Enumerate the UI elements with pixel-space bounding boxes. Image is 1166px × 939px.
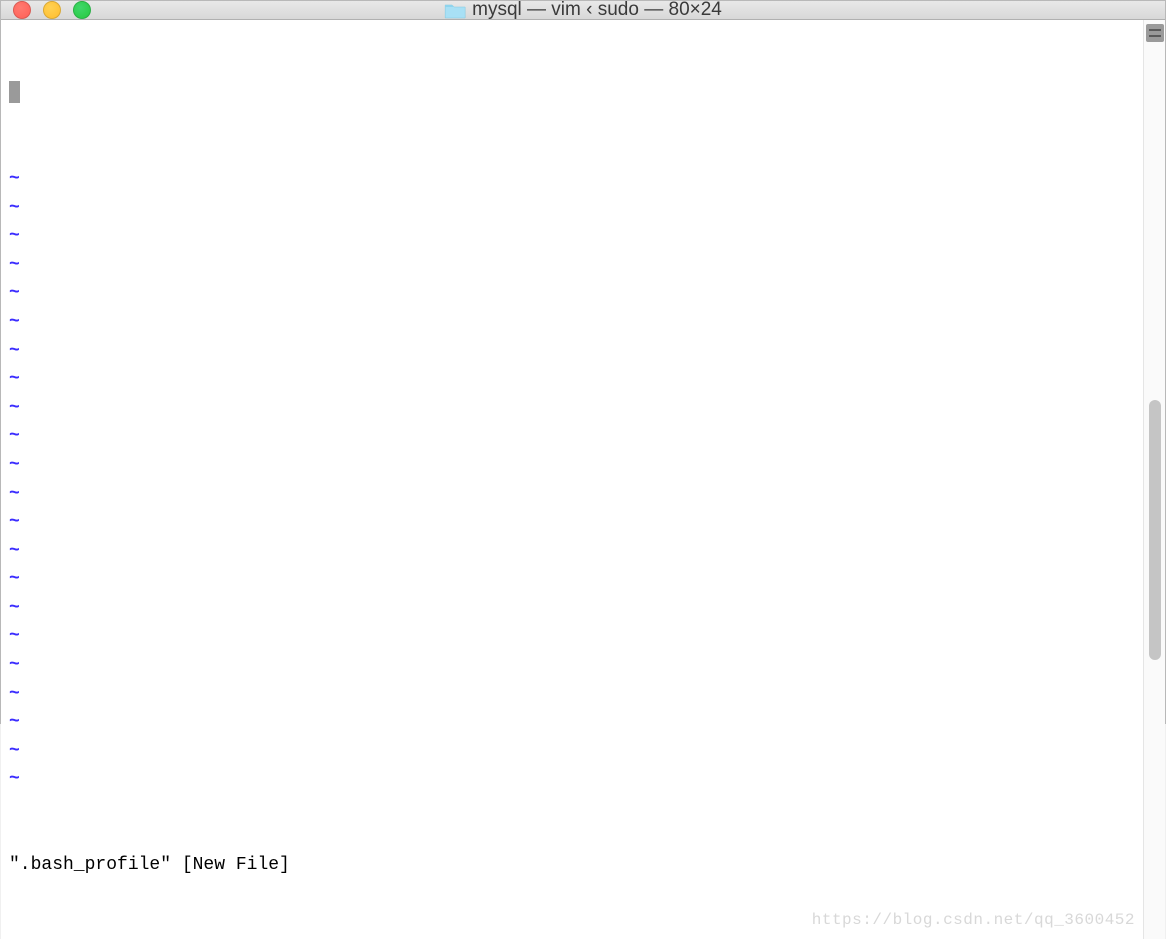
empty-line-tilde: ~	[9, 194, 1135, 223]
folder-icon	[444, 2, 466, 19]
empty-line-tilde: ~	[9, 508, 1135, 537]
close-button[interactable]	[13, 1, 31, 19]
window-title-group: mysql — vim ‹ sudo — 80×24	[444, 0, 722, 21]
editor-area[interactable]: ~~~~~~~~~~~~~~~~~~~~~~ ".bash_profile" […	[1, 20, 1143, 939]
empty-line-tilde: ~	[9, 165, 1135, 194]
empty-line-tilde: ~	[9, 251, 1135, 280]
terminal-window: mysql — vim ‹ sudo — 80×24 ~~~~~~~~~~~~~…	[0, 0, 1166, 724]
maximize-button[interactable]	[73, 1, 91, 19]
empty-line-tilde: ~	[9, 651, 1135, 680]
scrollbar-marker-icon	[1146, 24, 1164, 42]
empty-line-tilde: ~	[9, 394, 1135, 423]
empty-line-tilde: ~	[9, 337, 1135, 366]
titlebar[interactable]: mysql — vim ‹ sudo — 80×24	[1, 1, 1165, 20]
traffic-lights	[13, 1, 91, 19]
empty-line-tilde: ~	[9, 222, 1135, 251]
empty-line-tilde: ~	[9, 537, 1135, 566]
empty-line-tilde: ~	[9, 451, 1135, 480]
empty-line-tilde: ~	[9, 422, 1135, 451]
empty-line-tilde: ~	[9, 279, 1135, 308]
empty-line-tilde: ~	[9, 480, 1135, 509]
cursor	[9, 81, 20, 103]
empty-line-tilde: ~	[9, 308, 1135, 337]
window-title: mysql — vim ‹ sudo — 80×24	[472, 0, 722, 21]
empty-line-tilde: ~	[9, 565, 1135, 594]
terminal-body: ~~~~~~~~~~~~~~~~~~~~~~ ".bash_profile" […	[1, 20, 1165, 939]
scrollbar-thumb[interactable]	[1149, 400, 1161, 660]
empty-line-tilde: ~	[9, 622, 1135, 651]
scrollbar[interactable]	[1143, 20, 1165, 939]
empty-line-tilde: ~	[9, 365, 1135, 394]
empty-line-tilde: ~	[9, 765, 1135, 794]
empty-line-tilde: ~	[9, 737, 1135, 766]
empty-line-tilde: ~	[9, 594, 1135, 623]
empty-line-tilde: ~	[9, 680, 1135, 709]
vim-status-line: ".bash_profile" [New File]	[9, 851, 1135, 880]
minimize-button[interactable]	[43, 1, 61, 19]
empty-line-tilde: ~	[9, 708, 1135, 737]
